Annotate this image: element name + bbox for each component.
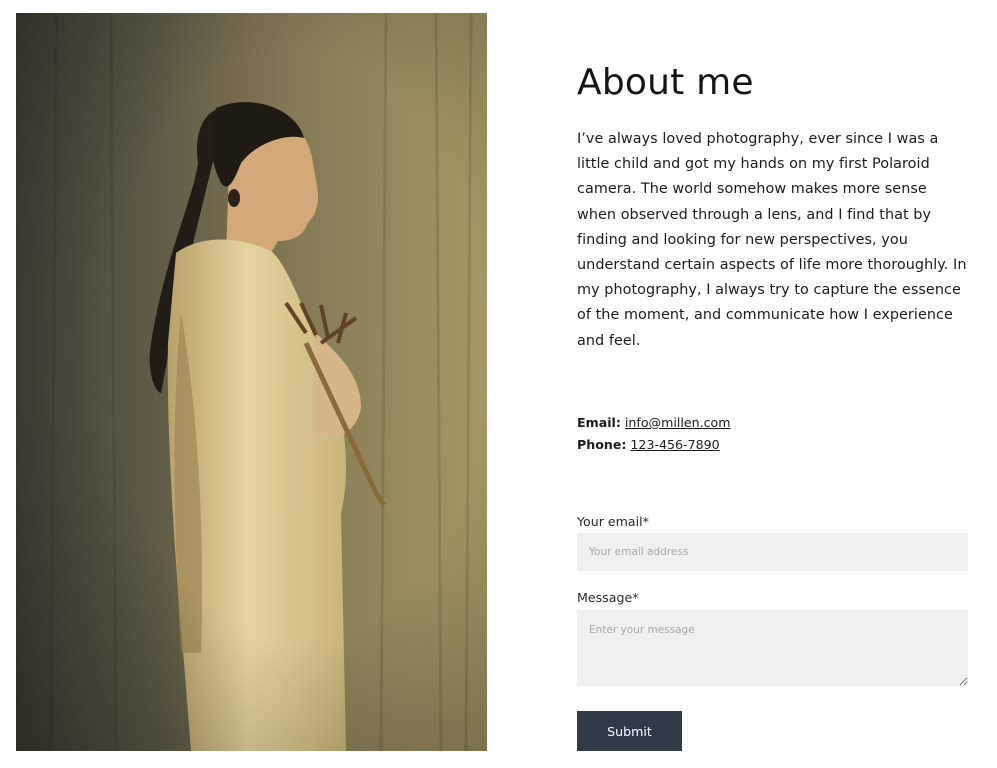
portrait-photo xyxy=(16,13,487,751)
email-field-label: Your email* xyxy=(577,514,649,529)
submit-button[interactable]: Submit xyxy=(577,711,682,751)
email-field[interactable] xyxy=(577,533,968,571)
phone-label: Phone: xyxy=(577,437,627,452)
contact-info: Email: info@millen.com Phone: 123-456-78… xyxy=(577,412,731,456)
page-title: About me xyxy=(577,62,754,103)
phone-row: Phone: 123-456-7890 xyxy=(577,434,731,456)
portrait-illustration xyxy=(16,13,487,751)
email-link[interactable]: info@millen.com xyxy=(625,415,731,430)
bio-paragraph: I’ve always loved photography, ever sinc… xyxy=(577,131,967,349)
about-content: About me I’ve always loved photography, … xyxy=(577,0,972,768)
message-field[interactable] xyxy=(577,610,968,686)
email-label: Email: xyxy=(577,415,621,430)
about-page: About me I’ve always loved photography, … xyxy=(0,0,997,768)
phone-link[interactable]: 123-456-7890 xyxy=(630,437,719,452)
message-field-label: Message* xyxy=(577,590,639,605)
email-row: Email: info@millen.com xyxy=(577,412,731,434)
